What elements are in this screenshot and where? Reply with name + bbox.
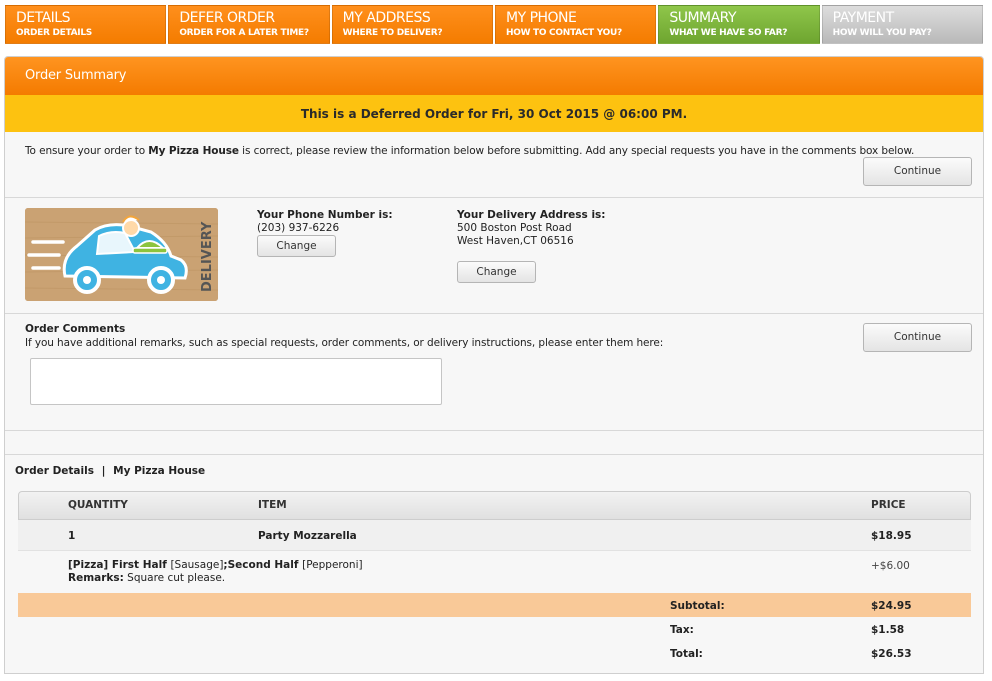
step-payment[interactable]: Payment How will you pay? — [821, 5, 983, 44]
step-title: My Address — [342, 10, 431, 26]
divider — [5, 313, 983, 314]
change-address-button[interactable]: Change — [457, 261, 536, 283]
modifier-prefix: [Pizza] First Half — [68, 559, 171, 571]
order-items-table: QUANTITY ITEM PRICE 1 Party Mozzarella $… — [18, 491, 971, 665]
step-subtitle: Where to deliver? — [342, 28, 443, 38]
continue-button[interactable]: Continue — [863, 157, 972, 186]
change-phone-button[interactable]: Change — [257, 235, 336, 257]
step-title: Summary — [669, 10, 737, 26]
modifier-second-half: [Pepperoni] — [302, 559, 363, 571]
total-label: Total: — [670, 648, 703, 660]
delivery-car-icon: DELIVERY — [25, 208, 218, 301]
item-quantity: 1 — [68, 530, 76, 542]
step-my-phone[interactable]: My Phone How to contact you? — [494, 5, 657, 44]
checkout-steps: Details Order Details Defer Order Order … — [5, 5, 983, 44]
step-title: My Phone — [505, 10, 577, 26]
delivery-image: DELIVERY — [25, 208, 218, 301]
order-comments-field[interactable] — [30, 358, 442, 405]
tax-value: $1.58 — [871, 624, 905, 636]
subtotal-label: Subtotal: — [670, 600, 725, 612]
tax-row: Tax: $1.58 — [18, 617, 971, 641]
item-modifiers-text: [Pizza] First Half [Sausage];Second Half… — [68, 559, 363, 585]
divider — [5, 197, 983, 198]
modifier-mid: ;Second Half — [223, 559, 303, 571]
step-my-address[interactable]: My Address Where to deliver? — [331, 5, 493, 44]
order-details-label: Order Details — [15, 465, 94, 477]
total-value: $26.53 — [871, 648, 912, 660]
address-label: Your Delivery Address is: — [457, 209, 606, 221]
phone-value: (203) 937-6226 — [257, 222, 340, 234]
step-subtitle: Order Details — [16, 28, 92, 38]
step-subtitle: Order for a later time? — [179, 28, 309, 38]
item-modifiers: [Pizza] First Half [Sausage];Second Half… — [18, 551, 971, 593]
step-title: Defer Order — [179, 10, 275, 26]
tax-label: Tax: — [670, 624, 694, 636]
order-summary-panel: Order Summary This is a Deferred Order f… — [4, 56, 984, 674]
order-details-heading: Order Details | My Pizza House — [15, 465, 205, 477]
total-row: Total: $26.53 — [18, 641, 971, 665]
remarks-label: Remarks: — [68, 572, 124, 584]
modifier-first-half: [Sausage] — [170, 559, 224, 571]
subtotal-row: Subtotal: $24.95 — [18, 593, 971, 617]
order-comments-title: Order Comments — [25, 323, 126, 335]
column-price: PRICE — [871, 499, 906, 511]
address-line-1: 500 Boston Post Road — [457, 222, 572, 234]
item-name: Party Mozzarella — [258, 530, 357, 542]
step-subtitle: How to contact you? — [505, 28, 622, 38]
intro-text: To ensure your order to My Pizza House i… — [25, 145, 914, 157]
intro-text-end: is correct, please review the informatio… — [238, 145, 915, 157]
step-summary[interactable]: Summary What we have so far? — [658, 5, 820, 44]
intro-text-start: To ensure your order to — [25, 145, 149, 157]
step-defer-order[interactable]: Defer Order Order for a later time? — [168, 5, 330, 44]
subtotal-value: $24.95 — [871, 600, 912, 612]
deferred-order-banner: This is a Deferred Order for Fri, 30 Oct… — [5, 95, 983, 132]
delivery-label: DELIVERY — [200, 221, 215, 292]
heading-separator: | — [101, 465, 106, 477]
table-header: QUANTITY ITEM PRICE — [18, 491, 971, 520]
divider — [5, 454, 983, 455]
panel-title: Order Summary — [5, 57, 983, 95]
column-quantity: QUANTITY — [68, 499, 128, 511]
remarks-text: Square cut please. — [123, 572, 226, 584]
phone-label: Your Phone Number is: — [257, 209, 393, 221]
step-subtitle: How will you pay? — [832, 28, 932, 38]
order-details-store: My Pizza House — [113, 465, 206, 477]
address-line-2: West Haven,CT 06516 — [457, 235, 574, 247]
order-comments-help: If you have additional remarks, such as … — [25, 337, 664, 349]
column-item: ITEM — [258, 499, 287, 511]
continue-button-comments[interactable]: Continue — [863, 323, 972, 352]
step-title: Payment — [832, 10, 895, 26]
step-subtitle: What we have so far? — [669, 28, 788, 38]
divider — [5, 430, 983, 431]
modifier-price: +$6.00 — [871, 560, 910, 572]
step-title: Details — [16, 10, 70, 26]
item-price: $18.95 — [871, 530, 912, 542]
step-details[interactable]: Details Order Details — [5, 5, 167, 44]
table-row: 1 Party Mozzarella $18.95 — [18, 520, 971, 551]
store-name: My Pizza House — [148, 145, 239, 157]
